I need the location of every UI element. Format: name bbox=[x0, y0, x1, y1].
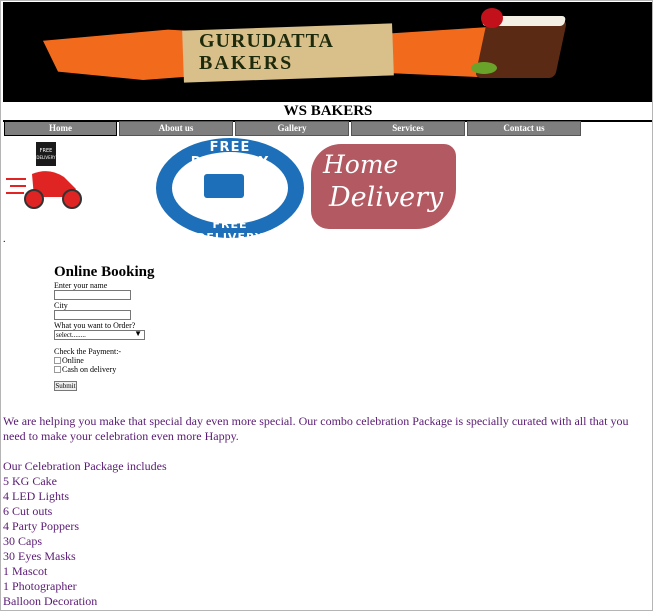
payment-option-online[interactable]: Online bbox=[54, 356, 154, 365]
nav-home[interactable]: Home bbox=[4, 121, 117, 136]
free-delivery-badge: FREE DELIVERY FREE DELIVERY bbox=[156, 138, 304, 244]
package-heading: Our Celebration Package includes bbox=[3, 459, 167, 473]
checkbox-online[interactable] bbox=[54, 357, 61, 364]
intro-paragraph: We are helping you make that special day… bbox=[3, 414, 629, 443]
list-item: 5 KG Cake bbox=[3, 474, 57, 488]
delivery-scooter-icon: FREE DELIVERY bbox=[6, 142, 82, 209]
city-label: City bbox=[54, 301, 68, 310]
list-item: 30 Caps bbox=[3, 534, 42, 548]
nav-about-us[interactable]: About us bbox=[119, 121, 233, 136]
list-item: 1 Photographer bbox=[3, 579, 77, 593]
payment-label: Check the Payment:- bbox=[54, 347, 122, 356]
list-item: 1 Mascot bbox=[3, 564, 48, 578]
scooter-label: FREE bbox=[40, 148, 53, 154]
delivery-box bbox=[36, 142, 56, 166]
home-delivery-line2: Delivery bbox=[329, 182, 444, 213]
scooter-wheel-front bbox=[62, 189, 82, 209]
list-item: 4 Party Poppers bbox=[3, 519, 79, 533]
city-input[interactable] bbox=[54, 310, 131, 320]
badge-bottom-label: FREE DELIVERY bbox=[196, 218, 264, 244]
list-item: Balloon Decoration bbox=[3, 594, 98, 608]
page-frame: GURUDATTA BAKERS WS BAKERS Home About us… bbox=[0, 0, 653, 611]
banner-line2: BAKERS bbox=[199, 52, 294, 74]
home-delivery-image: Home Delivery bbox=[311, 144, 456, 229]
truck-icon bbox=[204, 174, 244, 198]
list-item: 6 Cut outs bbox=[3, 504, 53, 518]
booking-form: Online Booking Enter your name City What… bbox=[54, 264, 154, 391]
chevron-down-icon: ▼ bbox=[134, 329, 142, 338]
svg-text:DELIVERY: DELIVERY bbox=[36, 155, 56, 160]
payment-option-cod[interactable]: Cash on delivery bbox=[54, 365, 154, 374]
list-item: 4 LED Lights bbox=[3, 489, 69, 503]
checkbox-cod[interactable] bbox=[54, 366, 61, 373]
order-select[interactable]: select........ ▼ bbox=[54, 330, 145, 340]
name-label: Enter your name bbox=[54, 281, 108, 290]
home-delivery-line1: Home bbox=[323, 150, 399, 179]
order-select-value: select........ bbox=[56, 331, 86, 339]
nav-contact-us[interactable]: Contact us bbox=[467, 121, 581, 136]
cherry-icon bbox=[481, 8, 503, 28]
form-title: Online Booking bbox=[54, 264, 155, 280]
list-item: 30 Eyes Masks bbox=[3, 549, 76, 563]
submit-button[interactable]: Submit bbox=[54, 381, 77, 391]
package-list: Our Celebration Package includes 5 KG Ca… bbox=[3, 459, 167, 609]
site-title: WS BAKERS bbox=[3, 101, 652, 122]
leaf-icon bbox=[471, 62, 497, 74]
nav-gallery[interactable]: Gallery bbox=[235, 121, 349, 136]
scooter-wheel-back bbox=[24, 189, 44, 209]
header-banner: GURUDATTA BAKERS bbox=[3, 2, 652, 101]
name-input[interactable] bbox=[54, 290, 131, 300]
nav-services[interactable]: Services bbox=[351, 121, 465, 136]
banner-line1: GURUDATTA bbox=[199, 30, 334, 52]
stray-dot: . bbox=[3, 234, 6, 245]
main-nav: Home About us Gallery Services Contact u… bbox=[4, 121, 581, 136]
